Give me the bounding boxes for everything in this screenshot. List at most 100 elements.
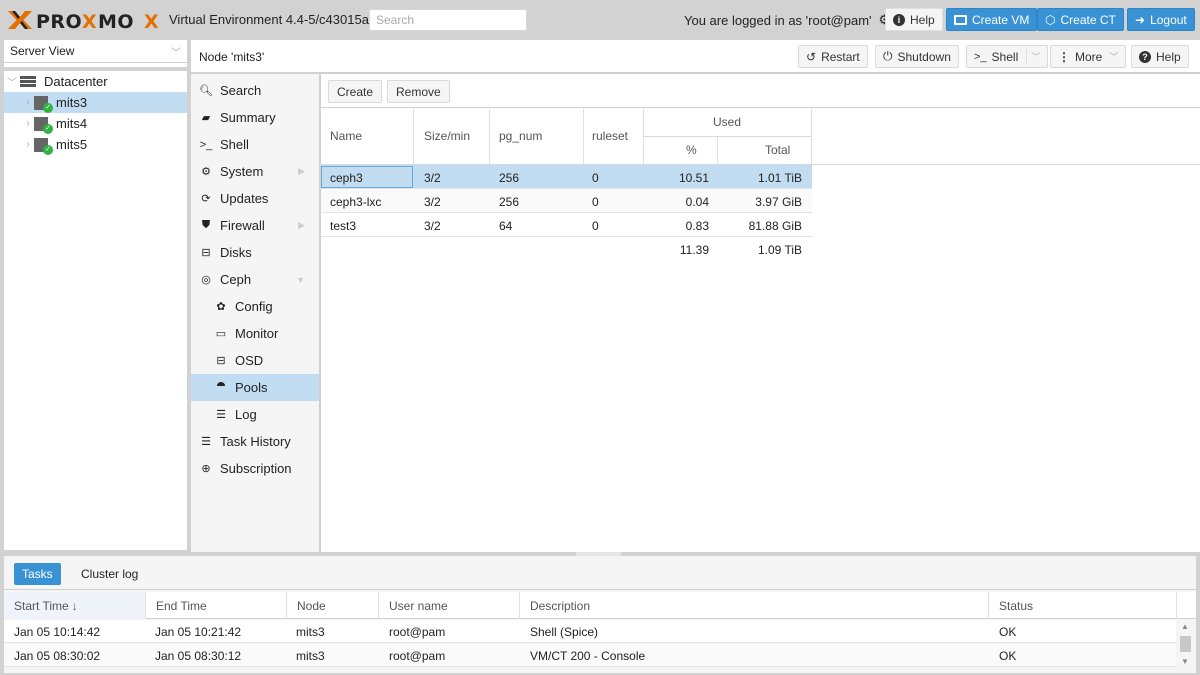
- tree-item-node[interactable]: › ✓ mits4: [4, 113, 187, 134]
- pool-name: test3: [330, 219, 357, 233]
- chevron-down-icon: ﹀: [1109, 52, 1119, 62]
- help-label: Help: [1156, 49, 1181, 64]
- pool-size-min: 3/2: [424, 171, 441, 185]
- scroll-up-icon[interactable]: ▲: [1181, 622, 1189, 631]
- column-header-description[interactable]: Description: [520, 592, 989, 619]
- pool-row[interactable]: ceph3-lxc 3/2 256 0 0.04 3.97 GiB: [321, 189, 812, 213]
- nav-item-shell[interactable]: >_ Shell: [191, 131, 319, 158]
- node-help-button[interactable]: ? Help: [1131, 45, 1189, 68]
- shell-button[interactable]: >_ Shell ﹀: [966, 45, 1049, 68]
- nav-item-firewall[interactable]: ⛊ Firewall ▶: [191, 212, 319, 239]
- undo-icon: ↺: [806, 49, 817, 64]
- cogs-icon: ⚙: [201, 166, 211, 178]
- column-header-used-pct[interactable]: %: [686, 143, 697, 157]
- nav-item-monitor[interactable]: ▭ Monitor: [191, 320, 319, 347]
- view-selector-value: Server View: [10, 44, 75, 58]
- create-pool-button[interactable]: Create: [328, 80, 383, 103]
- nav-item-task-history[interactable]: ☰ Task History: [191, 428, 319, 455]
- proxmox-logo[interactable]: PRO X MO X: [6, 8, 164, 32]
- task-end-time: Jan 05 08:30:12: [155, 649, 242, 663]
- column-header-name[interactable]: Name: [330, 129, 363, 143]
- nav-item-search[interactable]: 🔍︎ Search: [191, 77, 319, 104]
- column-header-end-time[interactable]: End Time: [146, 592, 287, 619]
- column-header-start-time[interactable]: Start Time ↓: [4, 592, 146, 619]
- hdd-icon: ⊟: [216, 355, 226, 367]
- nav-item-label: Shell: [220, 137, 249, 152]
- list-icon: ☰: [201, 436, 211, 448]
- version-label: Virtual Environment 4.4-5/c43015a5: [169, 12, 377, 27]
- column-header-ruleset[interactable]: ruleset: [592, 129, 629, 143]
- pool-pg-num: 64: [499, 219, 513, 233]
- ceph-icon: ◎: [201, 274, 211, 286]
- restart-button[interactable]: ↺ Restart: [798, 45, 868, 68]
- nav-item-pools[interactable]: ⯊ Pools: [191, 374, 319, 401]
- pool-row[interactable]: test3 3/2 64 0 0.83 81.88 GiB: [321, 213, 812, 237]
- more-label: More: [1075, 49, 1103, 64]
- expand-chevron-icon[interactable]: ›: [22, 118, 34, 129]
- help-button[interactable]: i Help: [885, 8, 943, 31]
- nav-item-label: System: [220, 164, 264, 179]
- login-text: You are logged in as 'root@pam': [684, 12, 872, 28]
- pool-size-min: 3/2: [424, 219, 441, 233]
- tree-item-node[interactable]: › ✓ mits3: [4, 92, 187, 113]
- column-header-pg-num[interactable]: pg_num: [499, 129, 543, 143]
- question-circle-icon: ?: [1139, 50, 1151, 63]
- column-header-node[interactable]: Node: [287, 592, 379, 619]
- nav-item-label: Disks: [220, 245, 252, 260]
- pools-toolbar: Create Remove: [321, 74, 1200, 108]
- view-selector[interactable]: Server View ﹀: [4, 40, 187, 63]
- column-label: End Time: [156, 598, 207, 613]
- tab-tasks[interactable]: Tasks: [14, 563, 61, 585]
- nav-item-config[interactable]: ✿ Config: [191, 293, 319, 320]
- info-icon: i: [893, 13, 905, 26]
- expand-chevron-icon[interactable]: ›: [22, 97, 34, 108]
- tree-item-datacenter[interactable]: ﹀ Datacenter: [4, 71, 187, 92]
- column-label: Description: [530, 598, 591, 613]
- task-description: VM/CT 200 - Console: [530, 649, 646, 663]
- scroll-down-icon[interactable]: ▼: [1181, 657, 1189, 666]
- expand-arrow-icon[interactable]: ▶: [298, 166, 305, 177]
- search-input[interactable]: [369, 9, 527, 31]
- nav-item-updates[interactable]: ⟳ Updates: [191, 185, 319, 212]
- pool-used-pct: 0.83: [685, 219, 709, 233]
- restart-label: Restart: [821, 49, 860, 64]
- nav-item-log[interactable]: ☰ Log: [191, 401, 319, 428]
- logout-button[interactable]: ➜ Logout: [1127, 8, 1195, 31]
- expand-chevron-icon[interactable]: ﹀: [6, 74, 18, 89]
- nav-item-osd[interactable]: ⊟ OSD: [191, 347, 319, 374]
- column-header-used: Used: [713, 115, 742, 129]
- nav-item-label: Search: [220, 83, 262, 98]
- tasks-scrollbar[interactable]: ▲ ▼: [1177, 619, 1194, 669]
- expand-chevron-icon[interactable]: ›: [22, 139, 34, 150]
- nav-item-subscription[interactable]: ⊕ Subscription: [191, 455, 319, 482]
- tree-item-node[interactable]: › ✓ mits5: [4, 134, 187, 155]
- collapse-arrow-icon[interactable]: ▼: [296, 275, 305, 285]
- tab-cluster-log[interactable]: Cluster log: [73, 563, 146, 585]
- more-button[interactable]: ⋮ More ﹀: [1050, 45, 1127, 68]
- remove-pool-button[interactable]: Remove: [387, 80, 450, 103]
- sign-out-icon: ➜: [1135, 12, 1146, 27]
- column-header-used-total[interactable]: Total: [765, 143, 791, 157]
- column-header-user[interactable]: User name: [379, 592, 520, 619]
- create-ct-button[interactable]: ⬡ Create CT: [1037, 8, 1124, 31]
- column-header-size-min[interactable]: Size/min: [424, 129, 471, 143]
- shutdown-button[interactable]: ⏻ Shutdown: [875, 45, 959, 68]
- pool-row[interactable]: ceph3 3/2 256 0 10.51 1.01 TiB: [321, 165, 812, 189]
- summary-used-total: 1.09 TiB: [757, 243, 802, 257]
- chevron-down-icon[interactable]: ﹀: [1026, 49, 1040, 64]
- column-header-status[interactable]: Status: [989, 592, 1177, 619]
- scrollbar-thumb[interactable]: [1180, 636, 1191, 652]
- task-start-time: Jan 05 10:14:42: [14, 625, 101, 639]
- nav-item-disks[interactable]: ⊟ Disks: [191, 239, 319, 266]
- node-online-icon: ✓: [34, 137, 53, 155]
- column-label: Status: [999, 598, 1034, 613]
- nav-item-system[interactable]: ⚙ System ▶: [191, 158, 319, 185]
- nav-item-ceph[interactable]: ◎ Ceph ▼: [191, 266, 319, 293]
- nav-item-summary[interactable]: ▰ Summary: [191, 104, 319, 131]
- task-row[interactable]: Jan 05 08:30:02 Jan 05 08:30:12 mits3 ro…: [4, 644, 1176, 667]
- create-vm-label: Create VM: [972, 12, 1030, 27]
- task-row[interactable]: Jan 05 10:14:42 Jan 05 10:21:42 mits3 ro…: [4, 620, 1176, 643]
- svg-text:X: X: [144, 11, 159, 31]
- create-vm-button[interactable]: Create VM: [946, 8, 1038, 31]
- expand-arrow-icon[interactable]: ▶: [298, 220, 305, 231]
